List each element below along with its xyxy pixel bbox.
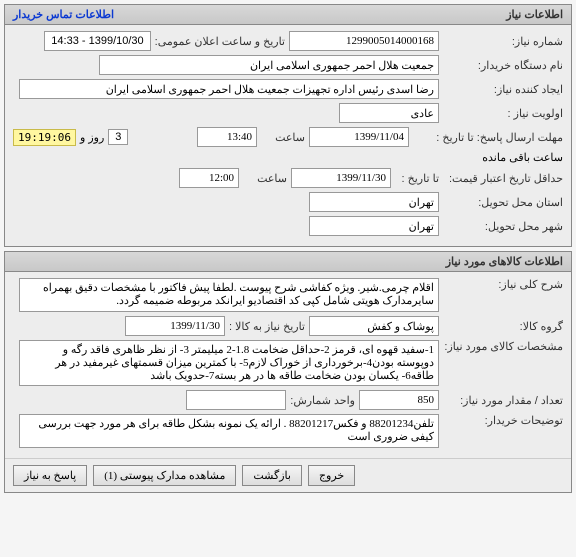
need-no-field[interactable] — [289, 31, 439, 51]
group-label: گروه کالا: — [443, 320, 563, 333]
spec-field[interactable] — [19, 340, 439, 386]
notes-field[interactable] — [19, 414, 439, 448]
deliver-state-label: استان محل تحویل: — [443, 196, 563, 209]
need-info-header: اطلاعات نیاز اطلاعات تماس خریدار — [5, 5, 571, 25]
desc-label: شرح کلی نیاز: — [443, 278, 563, 291]
creator-field[interactable] — [19, 79, 439, 99]
remain-days: 3 — [108, 129, 128, 145]
credit-time[interactable] — [179, 168, 239, 188]
desc-field[interactable] — [19, 278, 439, 312]
time-word-1: ساعت — [261, 131, 305, 144]
deliver-state[interactable] — [309, 192, 439, 212]
creator-label: ایجاد کننده نیاز: — [443, 83, 563, 96]
notes-label: توضیحات خریدار: — [443, 414, 563, 427]
deliver-city[interactable] — [309, 216, 439, 236]
day-and-word: روز و — [80, 131, 104, 144]
goods-info-header: اطلاعات کالاهای مورد نیاز — [5, 252, 571, 272]
spec-label: مشخصات کالای مورد نیاز: — [443, 340, 563, 353]
deadline-time[interactable] — [197, 127, 257, 147]
remain-suffix: ساعت باقی مانده — [482, 151, 563, 164]
goods-info-panel: اطلاعات کالاهای مورد نیاز شرح کلی نیاز: … — [4, 251, 572, 493]
deliver-city-label: شهر محل تحویل: — [443, 220, 563, 233]
exit-button[interactable]: خروج — [308, 465, 355, 486]
deadline-label: مهلت ارسال پاسخ: تا تاریخ : — [413, 131, 563, 144]
credit-label: حداقل تاریخ اعتبار قیمت: — [443, 172, 563, 185]
back-button[interactable]: بازگشت — [242, 465, 302, 486]
attachments-count: (1) — [104, 470, 117, 482]
need-info-panel: اطلاعات نیاز اطلاعات تماس خریدار شماره ن… — [4, 4, 572, 247]
buyer-org-label: نام دستگاه خریدار: — [443, 59, 563, 72]
buyer-contact-link[interactable]: اطلاعات تماس خریدار — [13, 8, 114, 21]
unit-label: واحد شمارش: — [290, 394, 355, 407]
qty-label: تعداد / مقدار مورد نیاز: — [443, 394, 563, 407]
attachments-label: مشاهده مدارک پیوستی — [120, 470, 226, 482]
attachments-button[interactable]: مشاهده مدارک پیوستی (1) — [93, 465, 236, 486]
priority-label: اولویت نیاز : — [443, 107, 563, 120]
announce-label: تاریخ و ساعت اعلان عمومی: — [155, 35, 285, 48]
qty-field[interactable] — [359, 390, 439, 410]
remain-timer: 19:19:06 — [13, 129, 76, 146]
credit-until: تا تاریخ : — [395, 172, 439, 185]
time-word-2: ساعت — [243, 172, 287, 185]
panel-title: اطلاعات نیاز — [506, 8, 563, 21]
group-field[interactable] — [309, 316, 439, 336]
priority-field[interactable] — [339, 103, 439, 123]
buyer-org-field[interactable] — [99, 55, 439, 75]
need-no-label: شماره نیاز: — [443, 35, 563, 48]
deadline-date[interactable] — [309, 127, 409, 147]
goods-panel-title: اطلاعات کالاهای مورد نیاز — [446, 255, 563, 268]
announce-value: 1399/10/30 - 14:33 — [44, 31, 150, 51]
credit-date[interactable] — [291, 168, 391, 188]
button-bar: پاسخ به نیاز مشاهده مدارک پیوستی (1) باز… — [5, 458, 571, 492]
unit-field[interactable] — [186, 390, 286, 410]
reply-button[interactable]: پاسخ به نیاز — [13, 465, 87, 486]
item-date-label: تاریخ نیاز به کالا : — [229, 320, 305, 333]
item-date-field[interactable] — [125, 316, 225, 336]
